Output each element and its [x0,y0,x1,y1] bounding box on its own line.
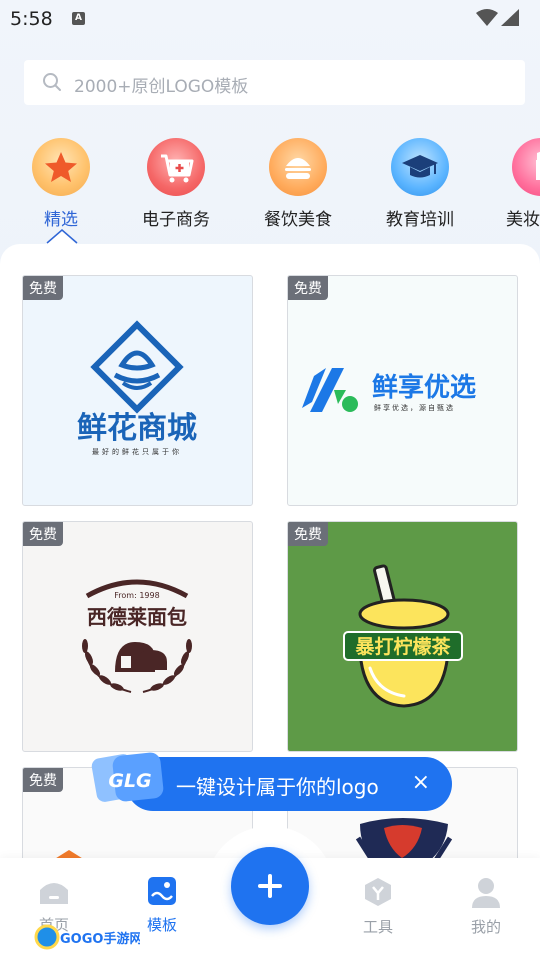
template-card-bakery[interactable]: 免费 From: 1998 西德莱面包 [22,521,253,752]
burger-icon [269,138,327,196]
promo-text: 一键设计属于你的logo [176,775,379,799]
tab-tools-label: 工具 [362,918,393,936]
fresh-select-subtitle: 鲜享优选，源自甄选 [374,403,455,412]
status-bar: 5:58 A [0,0,540,38]
plus-icon-vertical [268,874,272,898]
promo-logo-text: GLG [108,770,151,792]
watermark-text: GOGO手游网 [60,931,140,947]
free-badge: 免费 [23,276,63,300]
create-button[interactable] [231,847,309,925]
graduation-cap-icon [391,138,449,196]
category-label: 餐饮美食 [264,210,332,230]
wifi-icon [476,9,498,26]
lemon-tea-title: 暴打柠檬茶 [355,635,451,658]
lemon-tea-logo: 暴打柠檬茶 [343,564,463,708]
bakery-subtitle: From: 1998 [114,591,159,600]
close-icon[interactable]: × [412,771,430,795]
category-row: 精选 电子商务 餐饮美食 教育培训 美妆 [0,138,540,238]
status-time: 5:58 [10,8,53,30]
profile-icon [472,878,500,908]
search-bar[interactable]: 2000+原创LOGO模板 [24,60,525,105]
home-icon [40,883,68,904]
category-featured[interactable]: 精选 [11,138,111,230]
tab-tools[interactable]: 工具 [343,876,413,937]
category-education[interactable]: 教育培训 [370,138,470,230]
promo-banner[interactable]: 一键设计属于你的logo × [126,757,452,811]
template-icon [148,877,176,905]
flower-mall-title: 鲜花商城 [77,411,197,446]
template-card-flower-mall[interactable]: 免费 鲜花商城 最好的鲜花只属于你 [22,275,253,506]
fresh-select-title: 鲜享优选 [372,372,476,403]
flower-mall-logo: 鲜花商城 最好的鲜花只属于你 [77,320,197,456]
bakery-title: 西德莱面包 [87,605,187,629]
accessibility-indicator-icon: A [72,12,85,25]
cell-signal-icon [501,9,519,26]
lipstick-icon [512,138,540,196]
active-category-caret [46,229,78,244]
shopping-cart-icon [147,138,205,196]
free-badge: 免费 [288,522,328,546]
star-icon [32,138,90,196]
bakery-logo: From: 1998 西德莱面包 [82,579,192,693]
search-placeholder: 2000+原创LOGO模板 [74,77,249,97]
search-icon [43,73,61,91]
category-label: 精选 [44,210,78,230]
flower-mall-subtitle: 最好的鲜花只属于你 [92,447,182,456]
tools-icon [365,878,391,906]
free-badge: 免费 [23,768,63,792]
template-card-lemon-tea[interactable]: 免费 暴打柠檬茶 [287,521,518,752]
category-label: 美妆 [506,210,540,230]
template-card-fresh-select[interactable]: 免费 鲜享优选 鲜享优选，源自甄选 [287,275,518,506]
watermark-logo: GOGO手游网 [34,924,140,950]
free-badge: 免费 [23,522,63,546]
category-label: 教育培训 [386,210,454,230]
category-label: 电子商务 [142,210,210,230]
promo-logo: GLG [91,752,164,802]
fresh-select-logo: 鲜享优选 鲜享优选，源自甄选 [302,368,476,412]
tab-profile[interactable]: 我的 [451,876,521,937]
category-beauty[interactable]: 美妆 [492,138,540,230]
category-ecommerce[interactable]: 电子商务 [126,138,226,230]
free-badge: 免费 [288,276,328,300]
category-food[interactable]: 餐饮美食 [248,138,348,230]
tab-profile-label: 我的 [470,918,501,936]
